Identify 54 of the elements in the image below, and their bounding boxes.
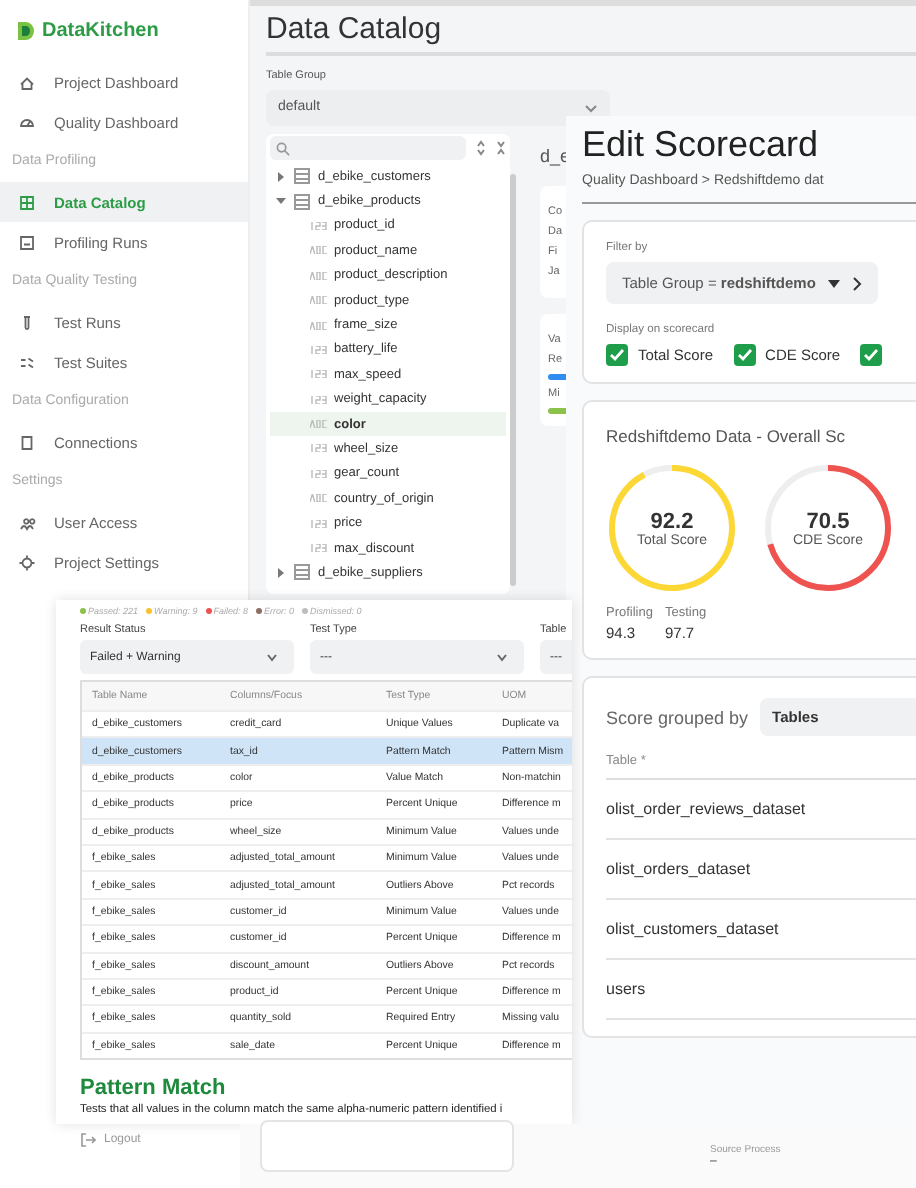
text-type-icon <box>310 296 328 305</box>
caret-down-icon <box>827 279 840 287</box>
table-icon <box>294 193 310 210</box>
score-value: 92.2 <box>650 509 694 533</box>
brand-name: DataKitchen <box>42 20 159 42</box>
caret-right-icon[interactable] <box>276 171 286 182</box>
chevron-down-icon <box>266 653 278 661</box>
table-icon <box>294 564 310 581</box>
table-cell: olist_customers_dataset <box>606 900 916 960</box>
list-icon <box>18 353 36 371</box>
number-type-icon <box>310 444 328 453</box>
text-type-icon <box>310 321 328 330</box>
score-ring <box>606 462 738 594</box>
number-type-icon <box>310 221 328 230</box>
number-type-icon <box>310 370 328 379</box>
checkbox[interactable] <box>860 344 883 366</box>
grid-icon <box>18 193 36 211</box>
field-label: Score grouped by <box>606 707 749 727</box>
text-type-icon <box>310 246 328 255</box>
number-type-icon <box>310 395 328 404</box>
table-cell: users <box>606 960 916 1020</box>
search-field[interactable] <box>270 136 466 160</box>
users-icon <box>18 513 36 531</box>
panel-title: Edit Scorecard <box>582 124 821 166</box>
text-type-icon <box>310 271 328 280</box>
table-cell: olist_order_reviews_dataset <box>606 780 916 840</box>
logout-icon <box>80 1132 96 1148</box>
chevron-right-icon <box>851 275 862 291</box>
text-type-icon <box>310 420 328 429</box>
page-title: Data Catalog <box>266 12 916 56</box>
score-ring <box>762 462 894 594</box>
score-value: 70.5 <box>806 509 850 533</box>
chevron-down-icon <box>496 653 508 661</box>
section-title: Pattern Match <box>80 1076 228 1101</box>
table-icon <box>294 168 310 185</box>
caret-right-icon[interactable] <box>276 567 286 578</box>
home-icon <box>18 73 36 91</box>
table-cell: olist_orders_dataset <box>606 840 916 900</box>
tube-icon <box>18 313 36 331</box>
text-type-icon <box>310 494 328 503</box>
card-title: Redshiftdemo Data - Overall Sc <box>606 426 848 446</box>
number-type-icon <box>310 544 328 553</box>
gauge-icon <box>18 113 36 131</box>
number-type-icon <box>310 345 328 354</box>
number-type-icon <box>310 519 328 528</box>
number-type-icon <box>310 469 328 478</box>
chevron-down-icon <box>584 104 598 114</box>
search-icon <box>276 141 290 155</box>
checkbox[interactable] <box>733 344 756 366</box>
caret-down-icon[interactable] <box>276 196 286 207</box>
logo-icon <box>16 20 34 42</box>
checkbox[interactable] <box>606 344 628 366</box>
collapse-all-icon[interactable] <box>496 140 506 156</box>
expand-all-icon[interactable] <box>476 140 486 156</box>
